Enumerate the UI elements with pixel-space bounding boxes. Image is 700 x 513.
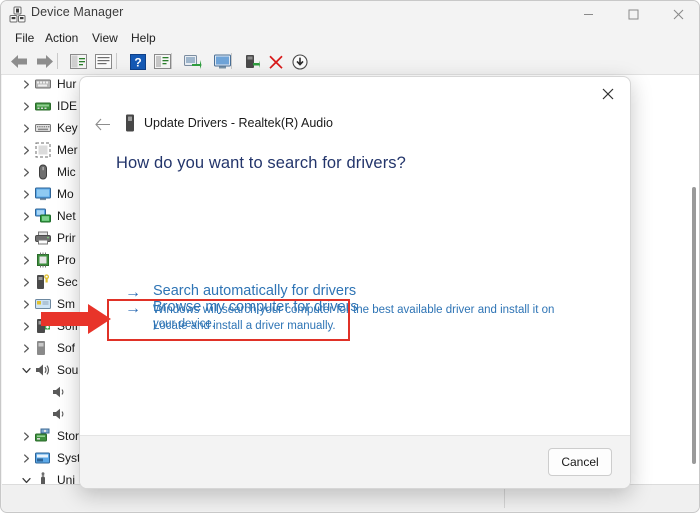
chevron-down-icon[interactable]	[20, 364, 32, 376]
arrow-right-icon: →	[125, 284, 141, 301]
storage-controllers-icon	[35, 428, 51, 444]
window-title: Device Manager	[31, 5, 124, 19]
device-icon	[123, 114, 137, 132]
tree-item-label: IDE	[57, 99, 78, 113]
human-interface-icon	[35, 76, 51, 92]
svg-text:?: ?	[134, 55, 141, 69]
toolbar: ?	[1, 48, 699, 75]
chevron-right-icon[interactable]	[20, 342, 32, 354]
chevron-right-icon[interactable]	[20, 298, 32, 310]
vertical-scrollbar[interactable]	[692, 187, 696, 464]
menu-bar: File Action View Help	[1, 27, 699, 48]
chevron-right-icon[interactable]	[20, 452, 32, 464]
network-adapters-icon	[35, 208, 51, 224]
tree-item-label: Sec	[57, 275, 78, 289]
chevron-right-icon[interactable]	[20, 166, 32, 178]
tree-item-label: Pro	[57, 253, 76, 267]
toolbar-separator	[231, 53, 232, 69]
cancel-button[interactable]: Cancel	[548, 448, 612, 476]
option-description: Locate and install a driver manually.	[153, 320, 336, 332]
software-devices-icon	[35, 340, 51, 356]
device-manager-window: Device Manager File Action View Help ? H…	[0, 0, 700, 513]
close-button[interactable]	[656, 1, 699, 27]
security-devices-icon	[35, 274, 51, 290]
menu-action[interactable]: Action	[41, 30, 82, 46]
software-components-icon	[35, 318, 51, 334]
chevron-right-icon[interactable]	[20, 430, 32, 442]
option-title: Search automatically for drivers	[153, 283, 357, 299]
audio-device-icon	[51, 384, 67, 400]
processors-icon	[35, 252, 51, 268]
toolbar-separator	[171, 53, 172, 69]
dialog-question: How do you want to search for drivers?	[116, 154, 406, 172]
properties-icon[interactable]	[93, 51, 114, 72]
menu-file[interactable]: File	[11, 30, 38, 46]
tree-item-label: Net	[57, 209, 76, 223]
chevron-right-icon[interactable]	[20, 100, 32, 112]
sound-video-controllers-icon	[35, 362, 51, 378]
chevron-right-icon[interactable]	[20, 210, 32, 222]
smart-card-icon	[35, 296, 51, 312]
chevron-right-icon[interactable]	[20, 188, 32, 200]
tree-item-label: Sou	[57, 363, 79, 377]
print-queues-icon	[35, 230, 51, 246]
tree-item-label: Mo	[57, 187, 74, 201]
tree-item-label: Syst	[57, 451, 81, 465]
disable-device-icon[interactable]	[289, 51, 310, 72]
show-hide-console-tree-icon[interactable]	[68, 51, 89, 72]
tree-item-label: Key	[57, 121, 78, 135]
title-bar: Device Manager	[1, 1, 699, 27]
chevron-right-icon[interactable]	[20, 320, 32, 332]
chevron-right-icon[interactable]	[20, 78, 32, 90]
dialog-header-title: Update Drivers - Realtek(R) Audio	[144, 116, 333, 130]
tree-item-label: Stor	[57, 429, 80, 443]
keyboard-icon	[35, 120, 51, 136]
tree-item-label: Hur	[57, 77, 77, 91]
mice-icon	[35, 164, 51, 180]
chevron-right-icon[interactable]	[20, 122, 32, 134]
tree-item-label: Sm	[57, 297, 75, 311]
display-resources-icon[interactable]	[212, 51, 233, 72]
arrow-right-icon: →	[125, 300, 141, 317]
maximize-button[interactable]	[611, 1, 656, 27]
toolbar-separator	[57, 53, 58, 69]
tree-item-label: Mic	[57, 165, 76, 179]
back-icon[interactable]	[9, 51, 30, 72]
toolbar-separator	[116, 53, 117, 69]
help-icon[interactable]: ?	[127, 51, 148, 72]
dialog-close-icon[interactable]	[588, 79, 628, 109]
menu-view[interactable]: View	[88, 30, 122, 46]
dialog-back-icon[interactable]	[92, 113, 114, 135]
dialog-footer: Cancel	[80, 435, 630, 488]
tree-item-label: Prir	[57, 231, 76, 245]
menu-help[interactable]: Help	[127, 30, 160, 46]
chevron-right-icon[interactable]	[20, 144, 32, 156]
tree-item-label: Mer	[57, 143, 78, 157]
chevron-right-icon[interactable]	[20, 232, 32, 244]
uninstall-device-icon[interactable]	[265, 51, 286, 72]
monitors-icon	[35, 186, 51, 202]
audio-device-icon	[51, 406, 67, 422]
update-drivers-dialog: Update Drivers - Realtek(R) Audio How do…	[79, 76, 631, 489]
scan-hardware-changes-icon[interactable]	[182, 51, 203, 72]
forward-icon[interactable]	[34, 51, 55, 72]
ide-controller-icon	[35, 98, 51, 114]
chevron-right-icon[interactable]	[20, 276, 32, 288]
option-title: Browse my computer for drivers	[153, 299, 358, 315]
system-devices-icon	[35, 450, 51, 466]
tree-item-label: Sofi	[57, 319, 78, 333]
memory-technology-icon	[35, 142, 51, 158]
enable-device-icon[interactable]	[241, 51, 262, 72]
status-divider	[504, 488, 505, 508]
chevron-right-icon[interactable]	[20, 254, 32, 266]
tree-item-label: Sof	[57, 341, 76, 355]
update-driver-icon[interactable]	[152, 51, 173, 72]
minimize-button[interactable]	[566, 1, 611, 27]
device-manager-icon	[9, 6, 26, 23]
